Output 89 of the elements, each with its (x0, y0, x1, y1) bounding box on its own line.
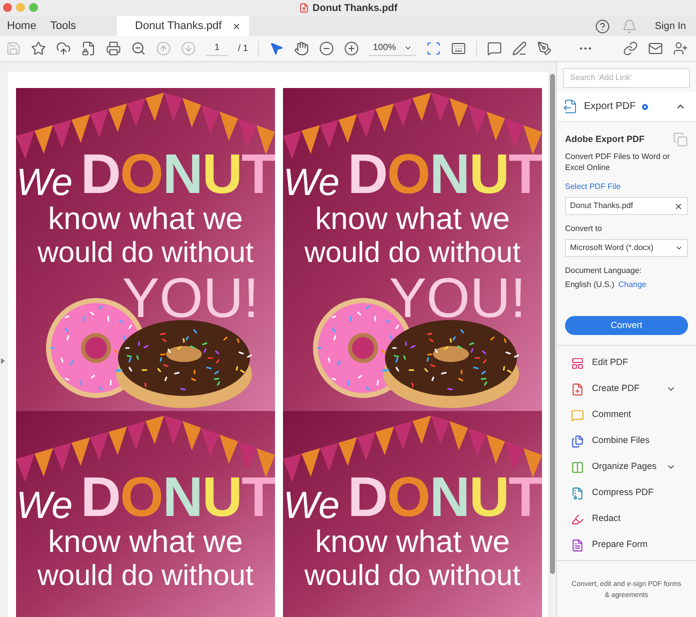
card-text: YOU! (389, 270, 526, 326)
tool-item[interactable]: Organize Pages (557, 454, 696, 480)
panel-title[interactable]: Export PDF (584, 99, 636, 114)
card-heading: DONUT (348, 146, 542, 202)
pen-icon[interactable] (512, 41, 528, 56)
card-text: know what we (48, 202, 243, 236)
tool-label: Prepare Form (592, 538, 648, 552)
tool-item[interactable]: Redact (557, 506, 696, 532)
pointer-icon[interactable] (269, 41, 284, 56)
edit-layout-icon (571, 356, 584, 370)
field-label: Document Language: (565, 265, 642, 277)
card-text: know what we (315, 202, 510, 236)
card-heading: DONUT (80, 146, 275, 202)
cloud-upload-icon[interactable] (56, 41, 71, 56)
tool-item[interactable]: Comment (557, 402, 696, 428)
scan-icon[interactable] (426, 41, 442, 56)
caret-icon (404, 44, 412, 52)
tool-label: Edit PDF (592, 356, 628, 370)
columns-icon (571, 460, 584, 474)
print-icon[interactable] (106, 41, 121, 56)
tool-item[interactable]: Compress PDF (557, 480, 696, 506)
tab[interactable]: Tools (43, 16, 84, 36)
file-plus-icon (571, 382, 584, 396)
card-text: know what we (48, 525, 243, 559)
file-field[interactable]: Donut Thanks.pdf (565, 197, 688, 215)
tool-label: Organize Pages (592, 460, 657, 474)
card-text: We (283, 487, 340, 525)
card-text: YOU! (122, 270, 259, 326)
zoom-minus-icon[interactable] (319, 41, 334, 56)
tool-item[interactable]: Edit PDF (557, 350, 696, 376)
card-text: We (283, 164, 340, 202)
change-link[interactable]: Change (618, 279, 646, 291)
tool-label: Compress PDF (592, 486, 654, 500)
card-heading: DONUT (80, 469, 275, 525)
tab[interactable]: Donut Thanks.pdf (117, 16, 250, 36)
file-lock-icon[interactable] (81, 41, 96, 56)
close-window-icon[interactable] (3, 3, 12, 12)
zoom-out-icon[interactable] (131, 41, 146, 56)
add-user-icon[interactable] (673, 41, 688, 56)
help-icon[interactable] (594, 18, 610, 34)
comment-icon (571, 408, 584, 422)
copy-icon (673, 132, 688, 147)
card-text: would do without (37, 236, 254, 270)
card-text: We (16, 487, 73, 525)
card-text: would do without (304, 236, 521, 270)
form-icon (571, 538, 584, 552)
language-text: English (U.S.) (565, 279, 614, 291)
description-text: Convert PDF Files to Word or Excel Online (565, 151, 671, 173)
close-tab-icon[interactable] (232, 22, 242, 30)
files-icon (571, 434, 584, 448)
card-text: would do without (304, 559, 521, 593)
select-file-link[interactable]: Select PDF File (565, 181, 688, 193)
sign-icon[interactable] (537, 41, 552, 56)
comment-icon[interactable] (487, 41, 502, 56)
card-text: would do without (37, 559, 254, 593)
scrollbar-thumb[interactable] (550, 74, 555, 574)
section-heading: Adobe Export PDF (565, 132, 645, 146)
tool-label: Comment (592, 408, 632, 422)
format-dropdown[interactable]: Microsoft Word (*.docx) (565, 239, 688, 257)
hand-icon[interactable] (294, 41, 310, 56)
marker-icon (571, 512, 584, 526)
field-label: Convert to (565, 223, 603, 235)
clear-icon[interactable] (674, 202, 683, 210)
tool-label: Redact (592, 512, 621, 526)
page-count: / 1 (238, 42, 248, 55)
zoom-dropdown[interactable]: 100% (369, 41, 416, 56)
tool-item[interactable]: Create PDF (557, 376, 696, 402)
card-text: know what we (315, 525, 510, 559)
keyboard-icon[interactable] (451, 41, 466, 56)
sign-in-link[interactable]: Sign In (654, 18, 686, 34)
expand-arrow-icon[interactable] (1, 358, 5, 364)
compress-icon (571, 486, 584, 500)
tab[interactable]: Home (0, 16, 44, 36)
zoom-plus-icon[interactable] (344, 41, 360, 56)
pdf-file-icon (298, 3, 308, 13)
card-text: We (16, 164, 73, 202)
convert-button[interactable]: Convert (565, 316, 688, 335)
caret-icon (675, 244, 683, 252)
window-title: Donut Thanks.pdf (312, 2, 398, 16)
tool-label: Combine Files (592, 434, 650, 448)
tool-item[interactable]: Combine Files (557, 428, 696, 454)
tool-label: Create PDF (592, 382, 640, 396)
star-icon[interactable] (31, 41, 46, 56)
card-heading: DONUT (348, 469, 542, 525)
link-icon[interactable] (623, 41, 638, 56)
tool-item[interactable]: Prepare Form (557, 532, 696, 558)
page-number-field[interactable]: 1 (206, 41, 228, 56)
export-file-icon[interactable] (563, 99, 578, 114)
mail-icon[interactable] (648, 41, 664, 56)
